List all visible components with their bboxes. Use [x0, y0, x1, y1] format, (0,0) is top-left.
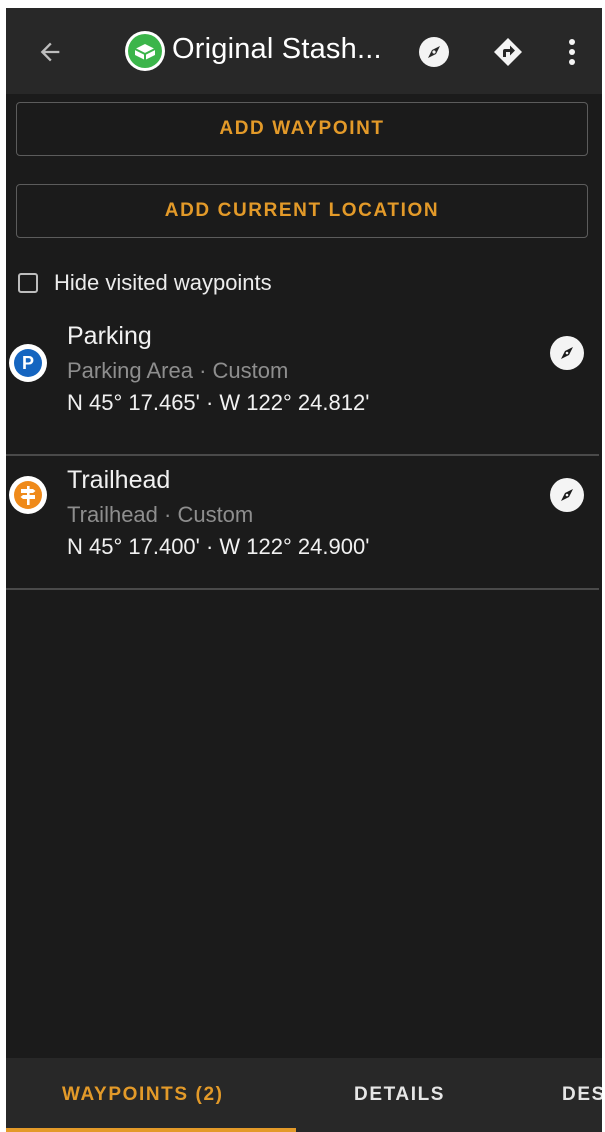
trailhead-signpost-icon	[9, 476, 47, 514]
top-app-bar: Original Stash...	[6, 8, 602, 94]
compass-icon	[561, 347, 573, 359]
active-tab-indicator	[6, 1128, 296, 1132]
waypoints-screen: Original Stash... ADD WAYPOINT ADD CURRE…	[6, 8, 602, 1132]
hide-visited-row[interactable]: Hide visited waypoints	[18, 268, 272, 298]
waypoint-type: Parking Area · Custom	[67, 358, 289, 383]
directions-button[interactable]	[488, 32, 528, 72]
parking-icon: P	[9, 344, 47, 382]
tab-waypoints[interactable]: WAYPOINTS (2)	[62, 1058, 224, 1132]
navigate-button[interactable]	[550, 478, 584, 512]
compass-button[interactable]	[414, 32, 454, 72]
add-current-location-button[interactable]: ADD CURRENT LOCATION	[16, 184, 588, 238]
page-title: Original Stash...	[172, 33, 382, 65]
parking-icon-letter: P	[22, 353, 34, 373]
list-item[interactable]: Trailhead Trailhead · Custom N 45° 17.40…	[6, 456, 599, 590]
divider	[6, 588, 599, 590]
navigate-button[interactable]	[550, 336, 584, 370]
hide-visited-label: Hide visited waypoints	[54, 270, 272, 295]
back-button[interactable]	[30, 32, 70, 72]
compass-icon	[419, 37, 449, 67]
tab-description[interactable]: DES	[562, 1058, 602, 1132]
more-options-button[interactable]	[552, 32, 592, 72]
waypoint-coordinates: N 45° 17.465' · W 122° 24.812'	[67, 390, 370, 415]
more-vert-icon	[569, 39, 575, 65]
waypoint-coordinates: N 45° 17.400' · W 122° 24.900'	[67, 534, 370, 559]
directions-icon	[494, 38, 522, 66]
cache-type-logo-icon	[124, 30, 166, 72]
add-waypoint-button[interactable]: ADD WAYPOINT	[16, 102, 588, 156]
list-item[interactable]: P Parking Parking Area · Custom N 45° 17…	[6, 322, 599, 456]
bottom-tab-bar: WAYPOINTS (2) DETAILS DES	[6, 1058, 602, 1132]
tab-details[interactable]: DETAILS	[354, 1058, 445, 1132]
waypoint-name: Parking	[67, 322, 152, 350]
arrow-back-icon	[40, 42, 60, 62]
waypoint-name: Trailhead	[67, 466, 171, 494]
waypoint-type: Trailhead · Custom	[67, 502, 254, 527]
compass-icon	[561, 489, 573, 501]
hide-visited-checkbox[interactable]	[18, 273, 38, 293]
